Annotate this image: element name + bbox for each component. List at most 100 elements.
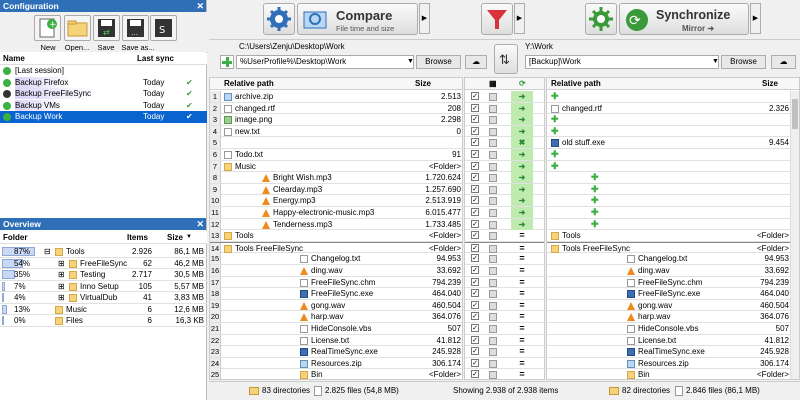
left-row[interactable]: 7 Music <Folder> (210, 160, 462, 173)
left-row[interactable]: 13 Tools <Folder> (210, 230, 462, 242)
left-row[interactable]: 18 FreeFileSync.exe 464.040 (210, 288, 462, 300)
left-row[interactable]: 2 changed.rtf 208 (210, 102, 462, 115)
left-row[interactable]: 17 FreeFileSync.chm 794.239 (210, 276, 462, 289)
middle-row[interactable]: ✓ = (465, 253, 544, 265)
arrow-right-icon[interactable]: ➜ (511, 207, 533, 218)
include-checkbox[interactable]: ✓ (471, 347, 479, 356)
equal-icon[interactable]: = (511, 346, 533, 357)
right-row[interactable]: ✚ (547, 172, 799, 184)
middle-row[interactable]: ✓ ➜ (465, 91, 544, 103)
vertical-scrollbar[interactable] (790, 91, 799, 379)
left-row[interactable]: 1 archive.zip 2.513 (210, 91, 462, 103)
right-row[interactable]: ✚ (547, 195, 799, 207)
middle-row[interactable]: ✓ = (465, 300, 544, 312)
middle-row[interactable]: ✓ = (465, 369, 544, 379)
include-checkbox[interactable]: ✓ (471, 173, 479, 182)
right-row[interactable]: ding.wav 33.692 (547, 265, 799, 277)
include-checkbox[interactable]: ✓ (471, 289, 479, 298)
include-checkbox[interactable]: ✓ (471, 324, 479, 332)
middle-row[interactable]: ✓ ➜ (465, 114, 544, 126)
left-row[interactable]: 23 RealTimeSync.exe 245.928 (210, 346, 462, 358)
left-col-relative-path[interactable]: Relative path (224, 78, 274, 90)
config-item[interactable]: Backup Work Today ✔ (0, 111, 207, 123)
left-row[interactable]: 5 (210, 137, 462, 149)
include-checkbox[interactable]: ✓ (471, 208, 479, 216)
right-row[interactable]: harp.wav 364.076 (547, 311, 799, 323)
include-checkbox[interactable]: ✓ (471, 126, 479, 135)
expand-icon[interactable]: ⊞ (58, 292, 65, 303)
include-checkbox[interactable]: ✓ (471, 92, 479, 100)
include-checkbox[interactable]: ✓ (471, 196, 479, 205)
expand-icon[interactable]: ⊞ (58, 269, 65, 280)
right-row[interactable]: Tools <Folder> (547, 230, 799, 242)
expand-icon[interactable]: ⊞ (58, 258, 65, 269)
arrow-right-icon[interactable]: ➜ (511, 160, 533, 172)
equal-icon[interactable]: = (511, 311, 533, 322)
close-icon[interactable]: ✕ (196, 0, 204, 12)
save-button[interactable]: ⇄ (93, 15, 120, 41)
overview-row[interactable]: 54% ⊞ FreeFileSync 62 46,2 MB (0, 258, 207, 269)
include-checkbox[interactable]: ✓ (471, 161, 479, 170)
right-row[interactable]: RealTimeSync.exe 245.928 (547, 346, 799, 358)
right-folder-dropdown[interactable]: ▼ (712, 58, 719, 65)
middle-row[interactable]: ✓ ➜ (465, 125, 544, 138)
overview-col-items[interactable]: Items (127, 231, 148, 244)
equal-icon[interactable]: = (511, 300, 533, 311)
sync-dropdown[interactable]: ▶ (750, 3, 761, 34)
left-row[interactable]: 6 Todo.txt 91 (210, 149, 462, 161)
left-row[interactable]: 12 Tenderness.mp3 1.733.485 (210, 218, 462, 231)
equal-icon[interactable]: = (511, 358, 533, 369)
arrow-right-icon[interactable]: ➜ (511, 102, 533, 114)
include-checkbox[interactable]: ✓ (471, 115, 479, 124)
equal-icon[interactable]: = (511, 243, 533, 254)
config-item[interactable]: Backup VMs Today ✔ (0, 99, 207, 112)
overview-row[interactable]: 35% ⊞ Testing 2.717 30,5 MB (0, 269, 207, 281)
include-checkbox[interactable]: ✓ (471, 231, 479, 240)
expand-icon[interactable]: ⊞ (58, 281, 65, 292)
compare-settings-button[interactable] (263, 3, 295, 35)
sync-config-button[interactable]: S (150, 15, 177, 41)
arrow-right-icon[interactable]: ➜ (511, 218, 533, 230)
middle-row[interactable]: ✓ ➜ (465, 149, 544, 161)
right-col-size[interactable]: Size (762, 78, 778, 90)
right-row[interactable]: ✚ (547, 161, 799, 173)
left-row[interactable]: 24 Resources.zip 306.174 (210, 357, 462, 370)
left-row[interactable]: 9 Clearday.mp3 1.257.690 (210, 183, 462, 196)
compare-dropdown[interactable]: ▶ (419, 3, 430, 34)
middle-row[interactable]: ✓ ➜ (465, 102, 544, 115)
include-checkbox[interactable]: ✓ (471, 335, 479, 344)
middle-row[interactable]: ✓ = (465, 311, 544, 323)
include-checkbox[interactable]: ✓ (471, 150, 479, 158)
middle-row[interactable]: ✓ ➜ (465, 183, 544, 196)
save-as-button[interactable]: … (122, 15, 149, 41)
config-item[interactable]: Backup FreeFileSync Today ✔ (0, 88, 207, 100)
config-item[interactable]: [Last session] (0, 65, 207, 77)
right-cloud-button[interactable]: ☁ (771, 55, 796, 69)
include-checkbox[interactable]: ✓ (471, 243, 479, 252)
right-row[interactable]: Resources.zip 306.174 (547, 358, 799, 370)
left-row[interactable]: 20 harp.wav 364.076 (210, 311, 462, 323)
middle-row[interactable]: ✓ = (465, 288, 544, 300)
right-row[interactable]: ✚ (547, 184, 799, 196)
arrow-right-icon[interactable]: ➜ (511, 114, 533, 126)
include-checkbox[interactable]: ✓ (471, 138, 479, 147)
equal-icon[interactable]: = (511, 369, 533, 379)
overview-col-folder[interactable]: Folder (3, 231, 27, 244)
left-row[interactable]: 3 image.png 2.298 (210, 114, 462, 126)
right-row[interactable]: HideConsole.vbs 507 (547, 323, 799, 335)
left-row[interactable]: 22 License.txt 41.812 (210, 334, 462, 347)
middle-row[interactable]: ✓ = (465, 265, 544, 277)
right-row[interactable]: FreeFileSync.exe 464.040 (547, 288, 799, 300)
middle-row[interactable]: ✓ ✖ (465, 137, 544, 149)
filter-dropdown[interactable]: ▶ (514, 3, 525, 34)
right-row[interactable]: old stuff.exe 9.454 (547, 137, 799, 149)
overview-row[interactable]: 4% ⊞ VirtualDub 41 3,83 MB (0, 292, 207, 304)
include-checkbox[interactable]: ✓ (471, 254, 479, 263)
left-row[interactable]: 16 ding.wav 33.692 (210, 265, 462, 277)
left-folder-dropdown[interactable]: ▼ (407, 58, 414, 65)
sync-settings-button[interactable] (585, 3, 617, 35)
include-checkbox[interactable]: ✓ (471, 103, 479, 112)
config-item[interactable]: Backup Firefox Today ✔ (0, 76, 207, 89)
left-row[interactable]: 15 Changelog.txt 94.953 (210, 253, 462, 265)
right-row[interactable]: ✚ (547, 219, 799, 231)
